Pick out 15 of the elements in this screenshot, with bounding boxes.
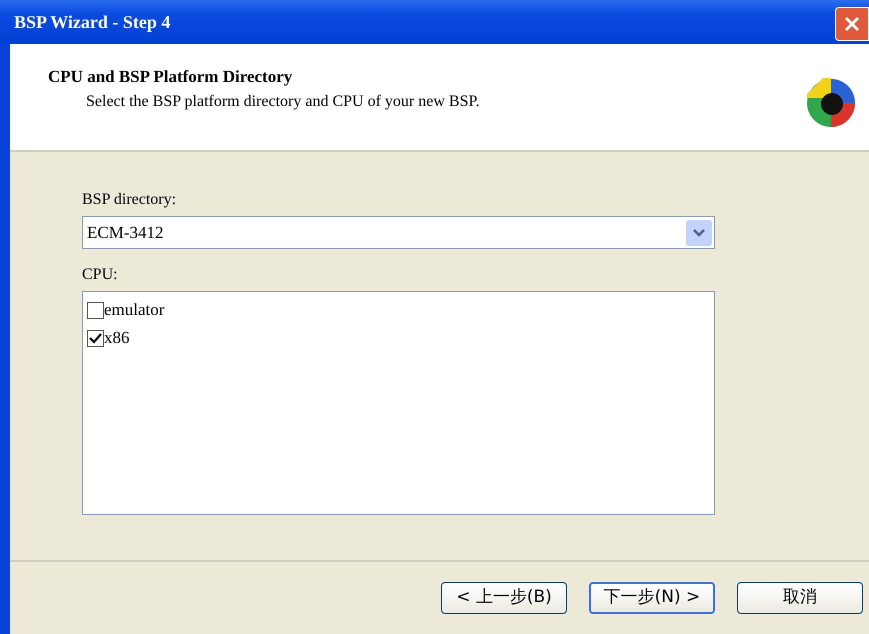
close-button[interactable] <box>835 7 869 41</box>
checkbox[interactable] <box>87 330 104 346</box>
close-icon <box>843 15 861 33</box>
wizard-button[interactable]: < 上一步(B) <box>441 582 567 614</box>
cpu-label: CPU: <box>82 265 119 285</box>
page-subtitle: Select the BSP platform directory and CPU of your new BSP. <box>86 92 480 112</box>
page-title: CPU and BSP Platform Directory <box>48 66 294 88</box>
wizard-button[interactable]: 取消 <box>737 582 863 614</box>
window-title: BSP Wizard - Step 4 <box>14 10 170 34</box>
cpu-item-label: x86 <box>104 327 130 350</box>
wizard-button[interactable]: 下一步(N) > <box>589 582 715 614</box>
bsp-directory-label: BSP directory: <box>82 190 178 210</box>
cpu-item-label: emulator <box>104 299 164 322</box>
bsp-directory-dropdown[interactable]: ECM-3412 <box>82 216 715 249</box>
checkbox[interactable] <box>87 302 104 318</box>
